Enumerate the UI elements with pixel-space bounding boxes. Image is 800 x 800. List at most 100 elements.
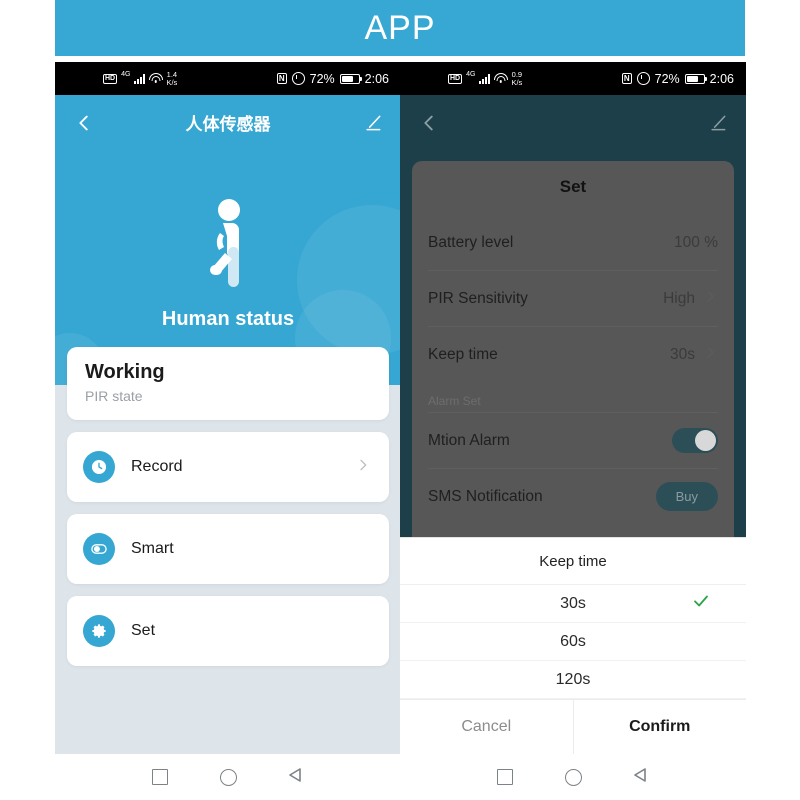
settings-row-value: 100 %	[674, 233, 718, 251]
settings-row-label: Mtion Alarm	[428, 431, 510, 449]
settings-row-label: Battery level	[428, 233, 514, 251]
toggle-switch-icon	[83, 533, 115, 565]
chevron-right-icon	[355, 457, 371, 478]
device-hero: Human status	[55, 150, 401, 385]
right-status-bar: HD 4G 0.9 K/s N 72% 2:06	[400, 62, 746, 95]
option-label: 30s	[560, 594, 586, 612]
menu-item-smart[interactable]: Smart	[67, 514, 389, 584]
page-title: 人体传感器	[185, 115, 271, 134]
nfc-icon: N	[276, 73, 287, 84]
square-icon[interactable]	[497, 769, 514, 785]
right-nav-bar	[400, 754, 746, 800]
alarm-icon	[291, 72, 305, 85]
settings-row-value: High	[663, 289, 695, 307]
hd-icon: HD	[448, 73, 463, 84]
bottom-sheet-option-30s[interactable]: 30s	[400, 585, 746, 623]
triangle-left-icon[interactable]	[633, 767, 649, 788]
square-icon[interactable]	[152, 769, 169, 785]
right-phone: HD 4G 0.9 K/s N 72% 2:06 Set Battery lev…	[400, 62, 746, 800]
battery-percent-label: 72%	[654, 71, 680, 86]
right-status-bar-right: N 72% 2:06	[621, 71, 734, 86]
buy-button[interactable]: Buy	[655, 482, 718, 511]
chevron-left-icon[interactable]	[73, 112, 95, 134]
triangle-left-icon[interactable]	[288, 767, 304, 788]
chevron-right-icon	[703, 289, 718, 309]
clock-icon	[83, 451, 115, 483]
settings-row-label: SMS Notification	[428, 487, 543, 505]
option-label: 60s	[560, 632, 586, 650]
menu-item-set[interactable]: Set	[67, 596, 389, 666]
menu-item-label: Set	[131, 622, 156, 639]
network-type-label: 4G	[121, 71, 131, 78]
circle-icon[interactable]	[564, 768, 582, 786]
signal-bars-icon	[134, 73, 146, 84]
left-app-header: 人体传感器	[55, 95, 401, 150]
wifi-icon	[493, 73, 508, 84]
pencil-icon[interactable]	[363, 113, 383, 133]
left-phone-screen: HD 4G 1.4 K/s N 72% 2:06 人体传感器 Human sta…	[55, 62, 401, 800]
right-status-bar-left: HD 4G 0.9 K/s	[448, 70, 523, 87]
bottom-sheet-option-120s[interactable]: 120s	[400, 661, 746, 699]
hd-icon: HD	[103, 73, 118, 84]
clock-label: 2:06	[364, 71, 389, 86]
settings-row-value: 30s	[670, 345, 695, 363]
screenshot-root: APP HD 4G 1.4 K/s N 72% 2:06 人体传感器 Human…	[0, 0, 800, 800]
network-type-label: 4G	[466, 71, 476, 78]
settings-row-label: PIR Sensitivity	[428, 289, 528, 307]
motion-alarm-toggle[interactable]	[672, 428, 718, 453]
settings-row-battery-level: Battery level 100 %	[428, 215, 718, 270]
left-status-bar: HD 4G 1.4 K/s N 72% 2:06	[55, 62, 401, 95]
confirm-button[interactable]: Confirm	[572, 700, 747, 754]
clock-label: 2:06	[709, 71, 734, 86]
left-status-bar-left: HD 4G 1.4 K/s	[103, 70, 178, 87]
menu-item-record[interactable]: Record	[67, 432, 389, 502]
battery-icon	[339, 73, 362, 84]
menu-item-label: Record	[131, 458, 183, 475]
settings-row-sms-notification[interactable]: SMS Notification Buy	[428, 468, 718, 524]
battery-percent-label: 72%	[309, 71, 335, 86]
pir-status-subtitle: PIR state	[85, 388, 143, 404]
nfc-icon: N	[621, 73, 632, 84]
data-rate-unit: K/s	[166, 77, 178, 87]
device-hero-content: Human status	[55, 150, 401, 385]
left-nav-bar	[55, 754, 401, 800]
chevron-right-icon	[703, 345, 718, 365]
wifi-icon	[148, 73, 163, 84]
left-card-list: Working PIR state Record Smart Set	[55, 347, 401, 709]
bottom-sheet-actions: Cancel Confirm	[400, 699, 746, 754]
alarm-icon	[636, 72, 650, 85]
right-app-header	[400, 95, 746, 150]
chevron-left-icon[interactable]	[418, 112, 440, 134]
option-label: 120s	[555, 670, 591, 688]
menu-item-label: Smart	[131, 540, 174, 557]
bottom-sheet-option-60s[interactable]: 60s	[400, 623, 746, 661]
settings-panel: Set Battery level 100 % PIR Sensitivity …	[412, 161, 734, 570]
left-phone: HD 4G 1.4 K/s N 72% 2:06 人体传感器 Human sta…	[55, 62, 401, 800]
settings-row-value-group: 30s	[670, 345, 718, 365]
data-rate: 1.4 K/s	[166, 70, 178, 87]
data-rate: 0.9 K/s	[511, 70, 523, 87]
settings-section-label: Alarm Set	[428, 394, 481, 408]
data-rate-unit: K/s	[511, 77, 523, 87]
cancel-button[interactable]: Cancel	[400, 700, 573, 754]
gear-icon	[83, 615, 115, 647]
settings-row-motion-alarm[interactable]: Mtion Alarm	[428, 412, 718, 468]
circle-icon[interactable]	[219, 768, 237, 786]
app-banner-title: APP	[364, 8, 436, 47]
app-banner: APP	[55, 0, 745, 56]
check-icon	[692, 592, 710, 615]
signal-bars-icon	[479, 73, 491, 84]
bottom-sheet-title: Keep time	[400, 538, 746, 585]
settings-row-pir-sensitivity[interactable]: PIR Sensitivity High	[428, 270, 718, 326]
right-phone-screen: HD 4G 0.9 K/s N 72% 2:06 Set Battery lev…	[400, 62, 746, 800]
pencil-icon[interactable]	[708, 113, 728, 133]
left-status-bar-right: N 72% 2:06	[276, 71, 389, 86]
keep-time-bottom-sheet: Keep time 30s 60s 120s Cancel Confirm	[400, 537, 746, 754]
settings-row-value-group: High	[663, 289, 718, 309]
device-hero-label: Human status	[161, 307, 295, 330]
walking-person-icon	[196, 198, 260, 296]
dimmed-backdrop: Set Battery level 100 % PIR Sensitivity …	[400, 95, 746, 570]
battery-icon	[684, 73, 707, 84]
settings-row-label: Keep time	[428, 345, 498, 363]
settings-row-keep-time[interactable]: Keep time 30s	[428, 326, 718, 382]
